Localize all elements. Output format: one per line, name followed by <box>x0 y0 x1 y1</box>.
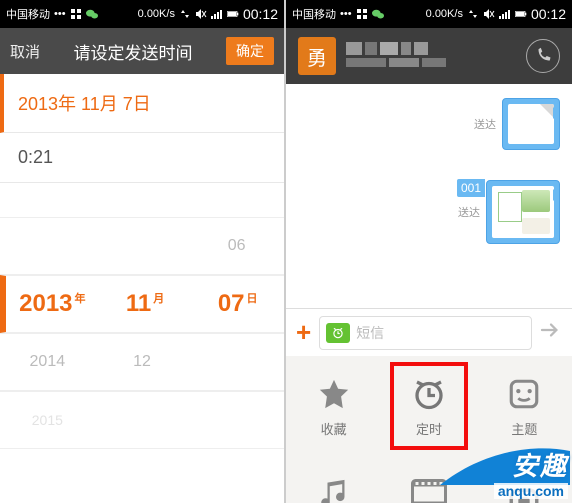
attach-plus-button[interactable]: + <box>296 317 311 348</box>
theme-icon <box>505 375 543 413</box>
clock-label: 00:12 <box>243 6 278 22</box>
picker-month-current[interactable]: 11月 <box>99 290 192 318</box>
picker-year-next[interactable]: 2014 <box>0 353 95 371</box>
avatar[interactable]: 勇 <box>298 37 336 75</box>
chat-body[interactable]: 送达 送达 001 <box>286 84 572 308</box>
tool-label: 定时 <box>416 419 442 438</box>
message-label: 001 <box>457 179 485 197</box>
cancel-button[interactable]: 取消 <box>10 41 40 62</box>
chat-message[interactable]: 送达 <box>474 98 560 150</box>
alarm-icon <box>410 375 448 413</box>
image-bubble[interactable] <box>502 98 560 150</box>
carrier-label: 中国移动 <box>6 6 50 22</box>
star-icon <box>315 375 353 413</box>
network-speed: 0.00K/s <box>426 8 463 20</box>
picker-row-current[interactable]: 2013年 11月 07日 <box>0 275 284 333</box>
send-button[interactable] <box>540 321 562 344</box>
image-thumbnail[interactable] <box>492 186 554 238</box>
modal-title: 请设定发送时间 <box>40 39 226 64</box>
picker-year-current[interactable]: 2013年 <box>6 290 99 318</box>
video-icon <box>410 475 448 503</box>
confirm-button[interactable]: 确定 <box>226 37 274 65</box>
chat-header: 勇 <box>286 28 572 84</box>
message-input[interactable]: 短信 <box>319 316 532 350</box>
delivery-status: 送达 <box>474 116 496 132</box>
call-button[interactable] <box>526 39 560 73</box>
tool-video[interactable]: 视频 <box>381 456 476 503</box>
phone-screen-right: 中国移动 ••• 0.00K/s 00:12 <box>286 0 572 503</box>
mute-icon <box>195 8 207 20</box>
picker-row-prev[interactable]: 06 <box>0 217 284 275</box>
mute-icon <box>483 8 495 20</box>
grid-icon <box>356 8 368 20</box>
grid-icon <box>70 8 82 20</box>
image-thumbnail[interactable] <box>508 104 554 144</box>
phone-icon <box>534 47 552 65</box>
chat-message[interactable]: 送达 001 <box>458 180 560 244</box>
input-placeholder: 短信 <box>356 323 384 343</box>
picker-row-next[interactable]: 2014 12 <box>0 333 284 391</box>
phone-screen-left: 中国移动 ••• 0.00K/s 00:12 <box>0 0 286 503</box>
signal-icon <box>211 8 223 20</box>
picker-day-current[interactable]: 07日 <box>191 290 284 318</box>
picker-year-next2[interactable]: 2015 <box>0 412 95 428</box>
attachment-grid: 收藏 定时 主题 音频 视频 <box>286 356 572 503</box>
picker-day-prev[interactable]: 06 <box>189 237 284 255</box>
more-dots-icon: ••• <box>340 8 352 20</box>
title-bar: 取消 请设定发送时间 确定 <box>0 28 284 74</box>
status-bar: 中国移动 ••• 0.00K/s 00:12 <box>0 0 284 28</box>
alarm-icon <box>331 326 345 340</box>
battery-icon <box>227 8 239 20</box>
tool-timer[interactable]: 定时 <box>381 356 476 456</box>
tool-audio[interactable]: 音频 <box>286 456 381 503</box>
picker-row-next2[interactable]: 2015 <box>0 391 284 449</box>
updown-icon <box>179 8 191 20</box>
selected-date-row[interactable]: 2013年 11月 7日 <box>0 74 284 133</box>
battery-icon <box>515 8 527 20</box>
contact-name-blurred <box>346 42 516 70</box>
tool-more[interactable] <box>477 456 572 503</box>
tool-label: 主题 <box>511 419 537 438</box>
clock-label: 00:12 <box>531 6 566 22</box>
square-icon <box>505 484 543 503</box>
tool-label: 收藏 <box>321 419 347 438</box>
updown-icon <box>467 8 479 20</box>
wechat-icon <box>372 8 384 20</box>
carrier-label: 中国移动 <box>292 6 336 22</box>
selected-time-row[interactable]: 0:21 <box>0 133 284 183</box>
status-bar: 中国移动 ••• 0.00K/s 00:12 <box>286 0 572 28</box>
picker-month-next[interactable]: 12 <box>95 353 190 371</box>
wechat-icon <box>86 8 98 20</box>
network-speed: 0.00K/s <box>138 8 175 20</box>
tool-theme[interactable]: 主题 <box>477 356 572 456</box>
signal-icon <box>499 8 511 20</box>
more-dots-icon: ••• <box>54 8 66 20</box>
sms-mode-chip[interactable] <box>326 323 350 343</box>
music-icon <box>315 475 353 503</box>
chat-input-bar: + 短信 <box>286 308 572 356</box>
date-picker[interactable]: 06 2013年 11月 07日 2014 12 2015 <box>0 217 284 417</box>
delivery-status: 送达 <box>458 204 480 220</box>
tool-favorites[interactable]: 收藏 <box>286 356 381 456</box>
image-bubble[interactable]: 001 <box>486 180 560 244</box>
